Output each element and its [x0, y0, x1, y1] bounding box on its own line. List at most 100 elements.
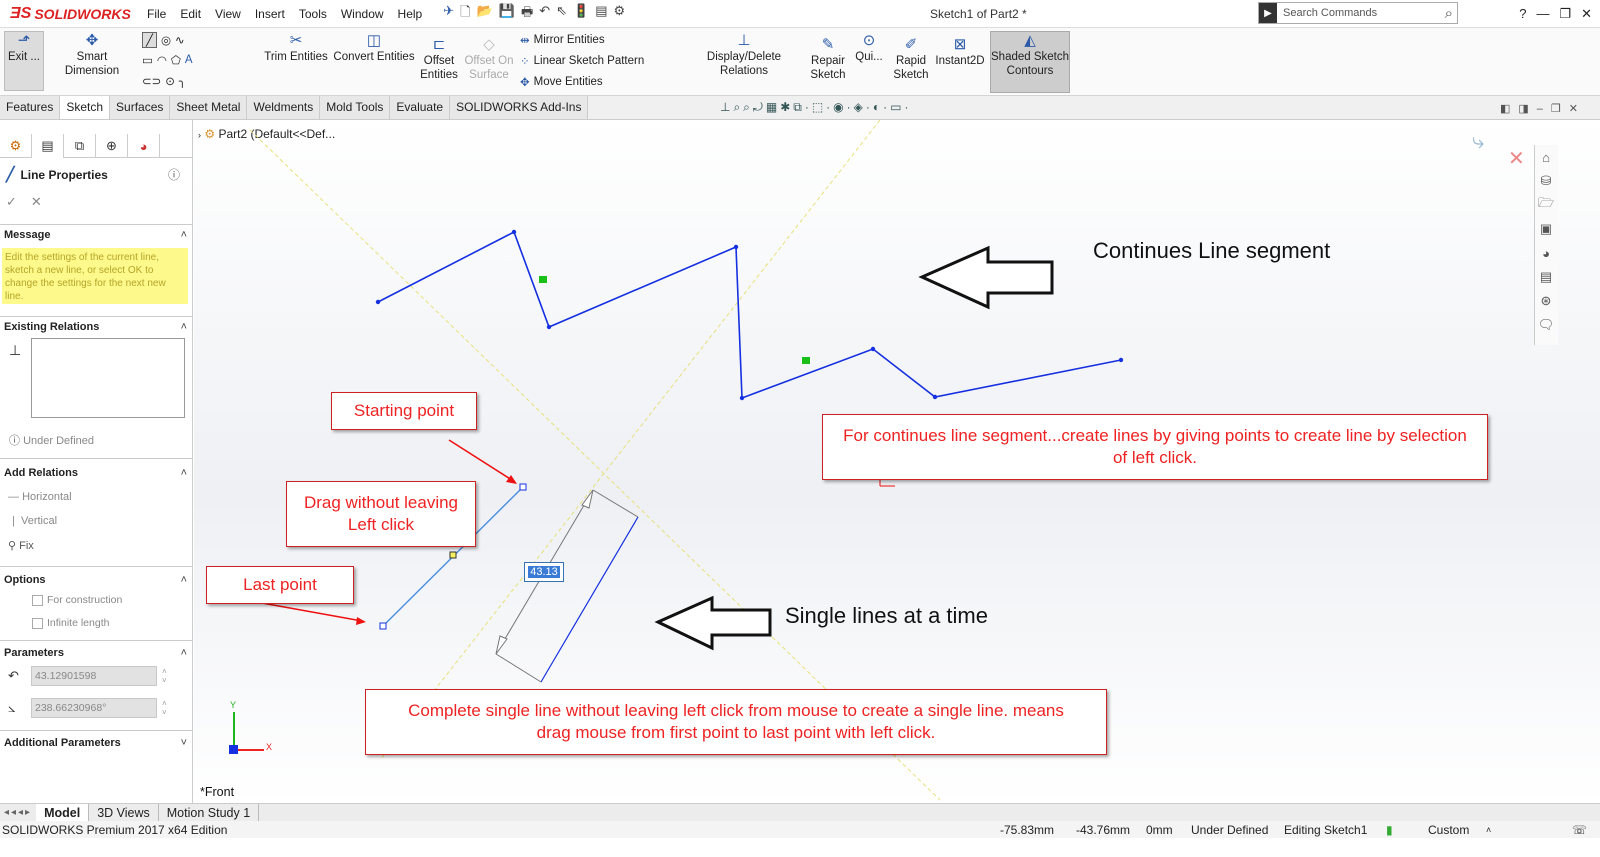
solidworks-logo[interactable]: ƎS SOLIDWORKS: [0, 0, 131, 28]
tab-features[interactable]: Features: [0, 96, 61, 119]
collapse-icon[interactable]: ˄: [181, 321, 187, 333]
collapse-icon[interactable]: ˄: [181, 467, 187, 479]
tab-motion-study[interactable]: Motion Study 1: [159, 803, 260, 822]
angle-field[interactable]: 238.66230968°: [31, 698, 157, 718]
forum-icon[interactable]: 🗨: [1535, 313, 1557, 337]
tab-nav-arrows-icon[interactable]: ◂◂◂▸: [0, 807, 36, 818]
arc-icon[interactable]: ◠: [157, 53, 167, 67]
point-icon[interactable]: ⊙: [165, 74, 175, 88]
polygon-icon[interactable]: ⬠: [171, 53, 181, 67]
heads-up-view-toolbar[interactable]: ⊥⌕⌕⤾▦✱⧉·⬚·◉·◈·◐·▭·: [720, 100, 911, 115]
pin-icon[interactable]: ✈: [443, 3, 454, 25]
feature-tree-flyout[interactable]: › ⚙ Part2 (Default<<Def...: [198, 127, 335, 141]
ok-icon[interactable]: ✓: [6, 194, 31, 209]
tab-weldments[interactable]: Weldments: [247, 96, 321, 119]
horizontal-relation[interactable]: — Horizontal: [8, 491, 72, 503]
cancel-corner-icon[interactable]: ✕: [1508, 146, 1525, 171]
tab-model[interactable]: Model: [36, 803, 90, 822]
tab-addins[interactable]: SOLIDWORKS Add-Ins: [450, 96, 589, 119]
display-delete-relations-button[interactable]: ⊥ Display/Delete Relations: [682, 32, 806, 79]
minimize-icon[interactable]: —: [1536, 6, 1549, 22]
tab-mold-tools[interactable]: Mold Tools: [320, 96, 391, 119]
vertical-relation[interactable]: | Vertical: [12, 515, 57, 527]
display-manager-tab-icon[interactable]: ◕: [128, 134, 160, 158]
search-commands[interactable]: ▶ Search Commands ⌕: [1258, 2, 1458, 24]
search-mode-icon[interactable]: ▶: [1259, 3, 1277, 23]
instant2d-button[interactable]: ⊠ Instant2D: [934, 36, 986, 68]
tab-evaluate[interactable]: Evaluate: [390, 96, 451, 119]
menu-edit[interactable]: Edit: [173, 7, 208, 21]
print-icon[interactable]: 🖶: [521, 3, 533, 25]
infinite-length-checkbox[interactable]: Infinite length: [32, 617, 109, 629]
rapid-sketch-button[interactable]: ✐ Rapid Sketch: [890, 36, 932, 83]
feature-manager-tab-icon[interactable]: ⚙: [0, 134, 32, 158]
linear-pattern-button[interactable]: ⁘ Linear Sketch Pattern: [520, 54, 644, 68]
search-icon[interactable]: ⌕: [1445, 5, 1457, 22]
design-library-icon[interactable]: ▣: [1535, 217, 1557, 241]
collapse-icon[interactable]: ˄: [181, 229, 187, 241]
line-icon[interactable]: ╱: [142, 32, 157, 48]
units-selector[interactable]: Custom: [1428, 823, 1469, 837]
home-icon[interactable]: ⌂: [1535, 145, 1557, 169]
resources-icon[interactable]: ⛁: [1535, 169, 1557, 193]
move-entities-button[interactable]: ✥ Move Entities: [520, 75, 603, 89]
length-spinner-icon[interactable]: ˄ ˅: [162, 667, 167, 685]
save-icon[interactable]: 💾: [499, 3, 515, 25]
options-icon[interactable]: ⚙: [614, 3, 626, 25]
expand-icon[interactable]: ˅: [181, 737, 187, 749]
convert-entities-button[interactable]: ◫ Convert Entities: [332, 32, 416, 64]
add-relations-header[interactable]: Add Relations ˄: [4, 467, 189, 479]
help-icon[interactable]: ?: [1519, 6, 1526, 22]
repair-sketch-button[interactable]: ✎ Repair Sketch: [808, 36, 848, 83]
circle-icon[interactable]: ◎: [161, 33, 171, 47]
smart-dimension-button[interactable]: ✥ Smart Dimension: [48, 32, 136, 79]
confirm-corner-icon[interactable]: ⤷: [1472, 128, 1484, 154]
cancel-icon[interactable]: ✕: [31, 194, 56, 209]
close-icon[interactable]: ✕: [1581, 6, 1592, 22]
exit-sketch-button[interactable]: ⬏ Exit ...: [4, 31, 44, 91]
dimxpert-tab-icon[interactable]: ⊕: [96, 134, 128, 158]
viewport-controls[interactable]: ◧◨–❐✕: [1500, 102, 1586, 115]
help-status-icon[interactable]: ☏: [1572, 823, 1587, 837]
angle-spinner-icon[interactable]: ˄ ˅: [162, 699, 167, 717]
additional-parameters-header[interactable]: Additional Parameters ˅: [4, 737, 189, 749]
help-icon[interactable]: ⓘ: [168, 166, 180, 183]
tab-sketch[interactable]: Sketch: [60, 96, 111, 119]
fix-relation[interactable]: ⚲ Fix: [8, 539, 34, 552]
mirror-entities-button[interactable]: ⇹ Mirror Entities: [520, 33, 605, 47]
dimension-value-box[interactable]: 43.13: [524, 562, 564, 582]
options-header[interactable]: Options ˄: [4, 574, 189, 586]
rebuild-icon[interactable]: 🚦: [573, 3, 589, 25]
spline-icon[interactable]: ∿: [175, 33, 185, 47]
menu-insert[interactable]: Insert: [248, 7, 292, 21]
file-properties-icon[interactable]: ▤: [595, 3, 607, 25]
menu-view[interactable]: View: [208, 7, 248, 21]
collapse-icon[interactable]: ˄: [181, 647, 187, 659]
tab-sheet-metal[interactable]: Sheet Metal: [170, 96, 248, 119]
restore-icon[interactable]: ❐: [1559, 6, 1571, 22]
collapse-icon[interactable]: ˄: [181, 574, 187, 586]
menu-help[interactable]: Help: [391, 7, 430, 21]
file-explorer-icon[interactable]: 🗁: [1535, 193, 1557, 217]
appearances-icon[interactable]: ◕: [1535, 241, 1557, 265]
for-construction-checkbox[interactable]: For construction: [32, 594, 122, 606]
custom-properties-icon[interactable]: ▤: [1535, 265, 1557, 289]
trim-entities-button[interactable]: ✂ Trim Entities: [262, 32, 330, 64]
tab-3d-views[interactable]: 3D Views: [89, 803, 159, 822]
parameters-header[interactable]: Parameters ˄: [4, 647, 189, 659]
tab-surfaces[interactable]: Surfaces: [110, 96, 171, 119]
length-field[interactable]: 43.12901598: [31, 666, 157, 686]
existing-relations-header[interactable]: Existing Relations ˄: [4, 321, 189, 333]
message-section-header[interactable]: Message ˄: [4, 229, 189, 241]
expand-arrow-icon[interactable]: ›: [198, 130, 201, 140]
offset-entities-button[interactable]: ⊏ Offset Entities: [418, 36, 460, 83]
rectangle-icon[interactable]: ▭: [142, 53, 153, 67]
select-icon[interactable]: ⇖: [556, 3, 567, 25]
offset-on-surface-button[interactable]: ◇ Offset On Surface: [462, 36, 516, 83]
existing-relations-list[interactable]: [31, 338, 185, 418]
open-icon[interactable]: 📂: [477, 3, 493, 25]
search-input[interactable]: Search Commands: [1283, 7, 1445, 19]
text-icon[interactable]: A: [185, 54, 193, 66]
rebuild-status-icon[interactable]: ▮: [1386, 823, 1393, 837]
units-dropdown-icon[interactable]: ˄: [1486, 825, 1491, 835]
